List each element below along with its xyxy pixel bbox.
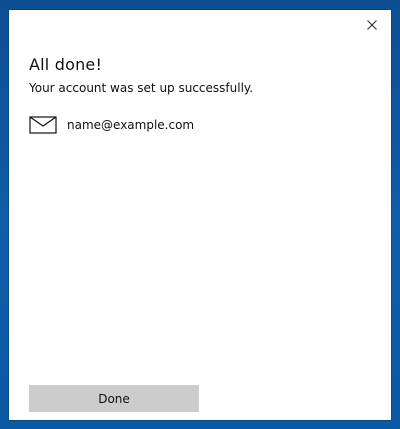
account-setup-dialog: All done! Your account was set up succes… [9,10,391,420]
account-email: name@example.com [67,118,195,132]
dialog-title: All done! [29,55,103,74]
done-button[interactable]: Done [29,385,199,412]
close-button[interactable] [363,16,381,34]
close-icon [363,16,381,34]
mail-icon [29,116,57,134]
dialog-subtitle: Your account was set up successfully. [29,81,254,95]
account-row: name@example.com [29,115,194,135]
